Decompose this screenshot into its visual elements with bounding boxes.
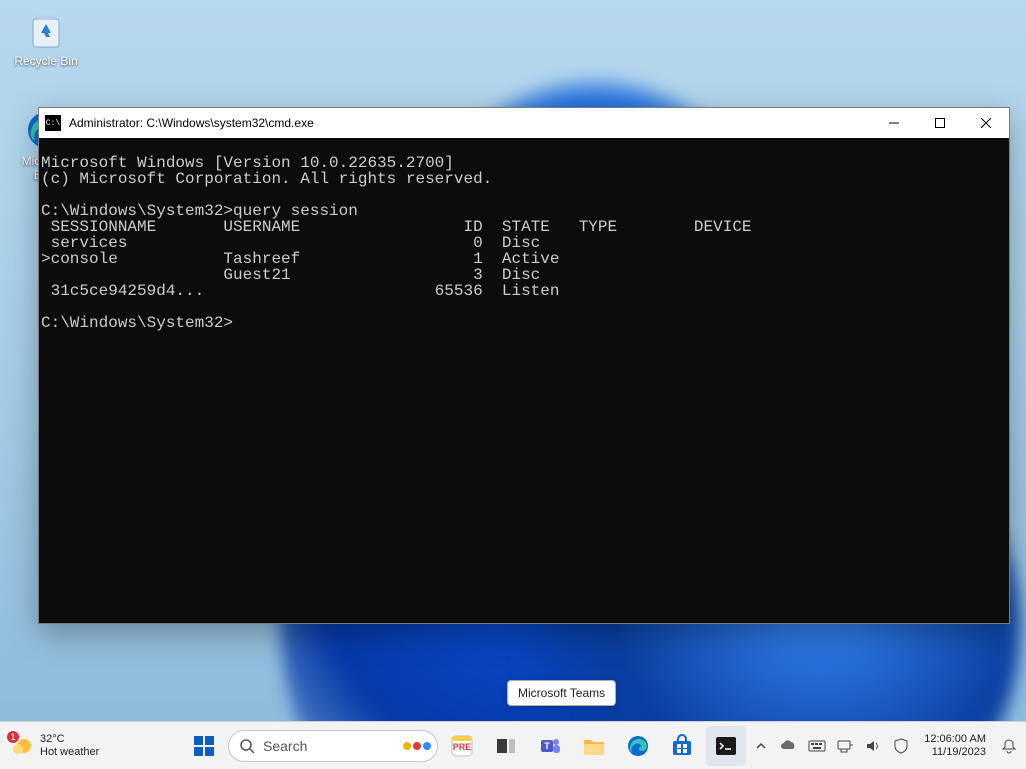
tray-security-icon[interactable] [892,737,910,755]
taskbar-app-explorer[interactable] [574,726,614,766]
taskbar: 1 32°C Hot weather Search [0,721,1026,769]
file-explorer-icon [582,734,606,758]
powertoys-icon: PRE [449,733,475,759]
taskbar-tooltip: Microsoft Teams [507,680,616,706]
taskbar-app-store[interactable] [662,726,702,766]
titlebar[interactable]: C:\ Administrator: C:\Windows\system32\c… [39,108,1009,138]
svg-text:T: T [544,741,550,751]
desktop-icon-label: Recycle Bin [8,54,84,68]
cmd-icon: C:\ [45,115,61,131]
taskbar-app-powertoys[interactable]: PRE [442,726,482,766]
maximize-button[interactable] [917,108,963,138]
tray-volume-icon[interactable] [864,737,882,755]
teams-icon: T [538,734,562,758]
edge-icon [626,734,650,758]
start-button[interactable] [184,726,224,766]
windows-logo-icon [192,734,216,758]
tray-date: 11/19/2023 [932,746,986,759]
taskbar-app-teams[interactable]: T [530,726,570,766]
svg-text:PRE: PRE [453,742,472,752]
tray-network-icon[interactable] [836,737,854,755]
tray-input-icon[interactable] [808,737,826,755]
desktop-icon-recycle-bin[interactable]: Recycle Bin [8,8,84,68]
terminal-line: C:\Windows\System32> [41,314,233,332]
tray-time: 12:06:00 AM [924,733,986,746]
taskbar-task-view[interactable] [486,726,526,766]
search-highlight-icon [403,742,431,750]
taskbar-app-terminal[interactable] [706,726,746,766]
weather-desc: Hot weather [40,746,99,759]
tray-notifications-icon[interactable] [1000,737,1018,755]
task-view-icon [495,735,517,757]
tray-onedrive-icon[interactable] [780,737,798,755]
tray-overflow[interactable] [752,737,770,755]
close-button[interactable] [963,108,1009,138]
taskbar-weather[interactable]: 1 32°C Hot weather [10,733,99,759]
taskbar-search[interactable]: Search [228,730,438,762]
store-icon [670,734,694,758]
terminal-line: (c) Microsoft Corporation. All rights re… [41,170,492,188]
tray-clock[interactable]: 12:06:00 AM 11/19/2023 [920,733,990,759]
system-tray: 12:06:00 AM 11/19/2023 [752,733,1026,759]
window-title: Administrator: C:\Windows\system32\cmd.e… [69,116,871,130]
terminal-icon [714,734,738,758]
search-icon [239,738,255,754]
weather-icon: 1 [10,734,34,758]
recycle-bin-icon [24,8,68,52]
terminal-line: 31c5ce94259d4... 65536 Listen [41,282,559,300]
terminal-body[interactable]: Microsoft Windows [Version 10.0.22635.27… [39,138,1009,623]
weather-badge: 1 [6,730,20,744]
weather-temp: 32°C [40,733,99,746]
taskbar-app-edge[interactable] [618,726,658,766]
cmd-window: C:\ Administrator: C:\Windows\system32\c… [38,107,1010,624]
minimize-button[interactable] [871,108,917,138]
search-placeholder: Search [263,738,307,754]
